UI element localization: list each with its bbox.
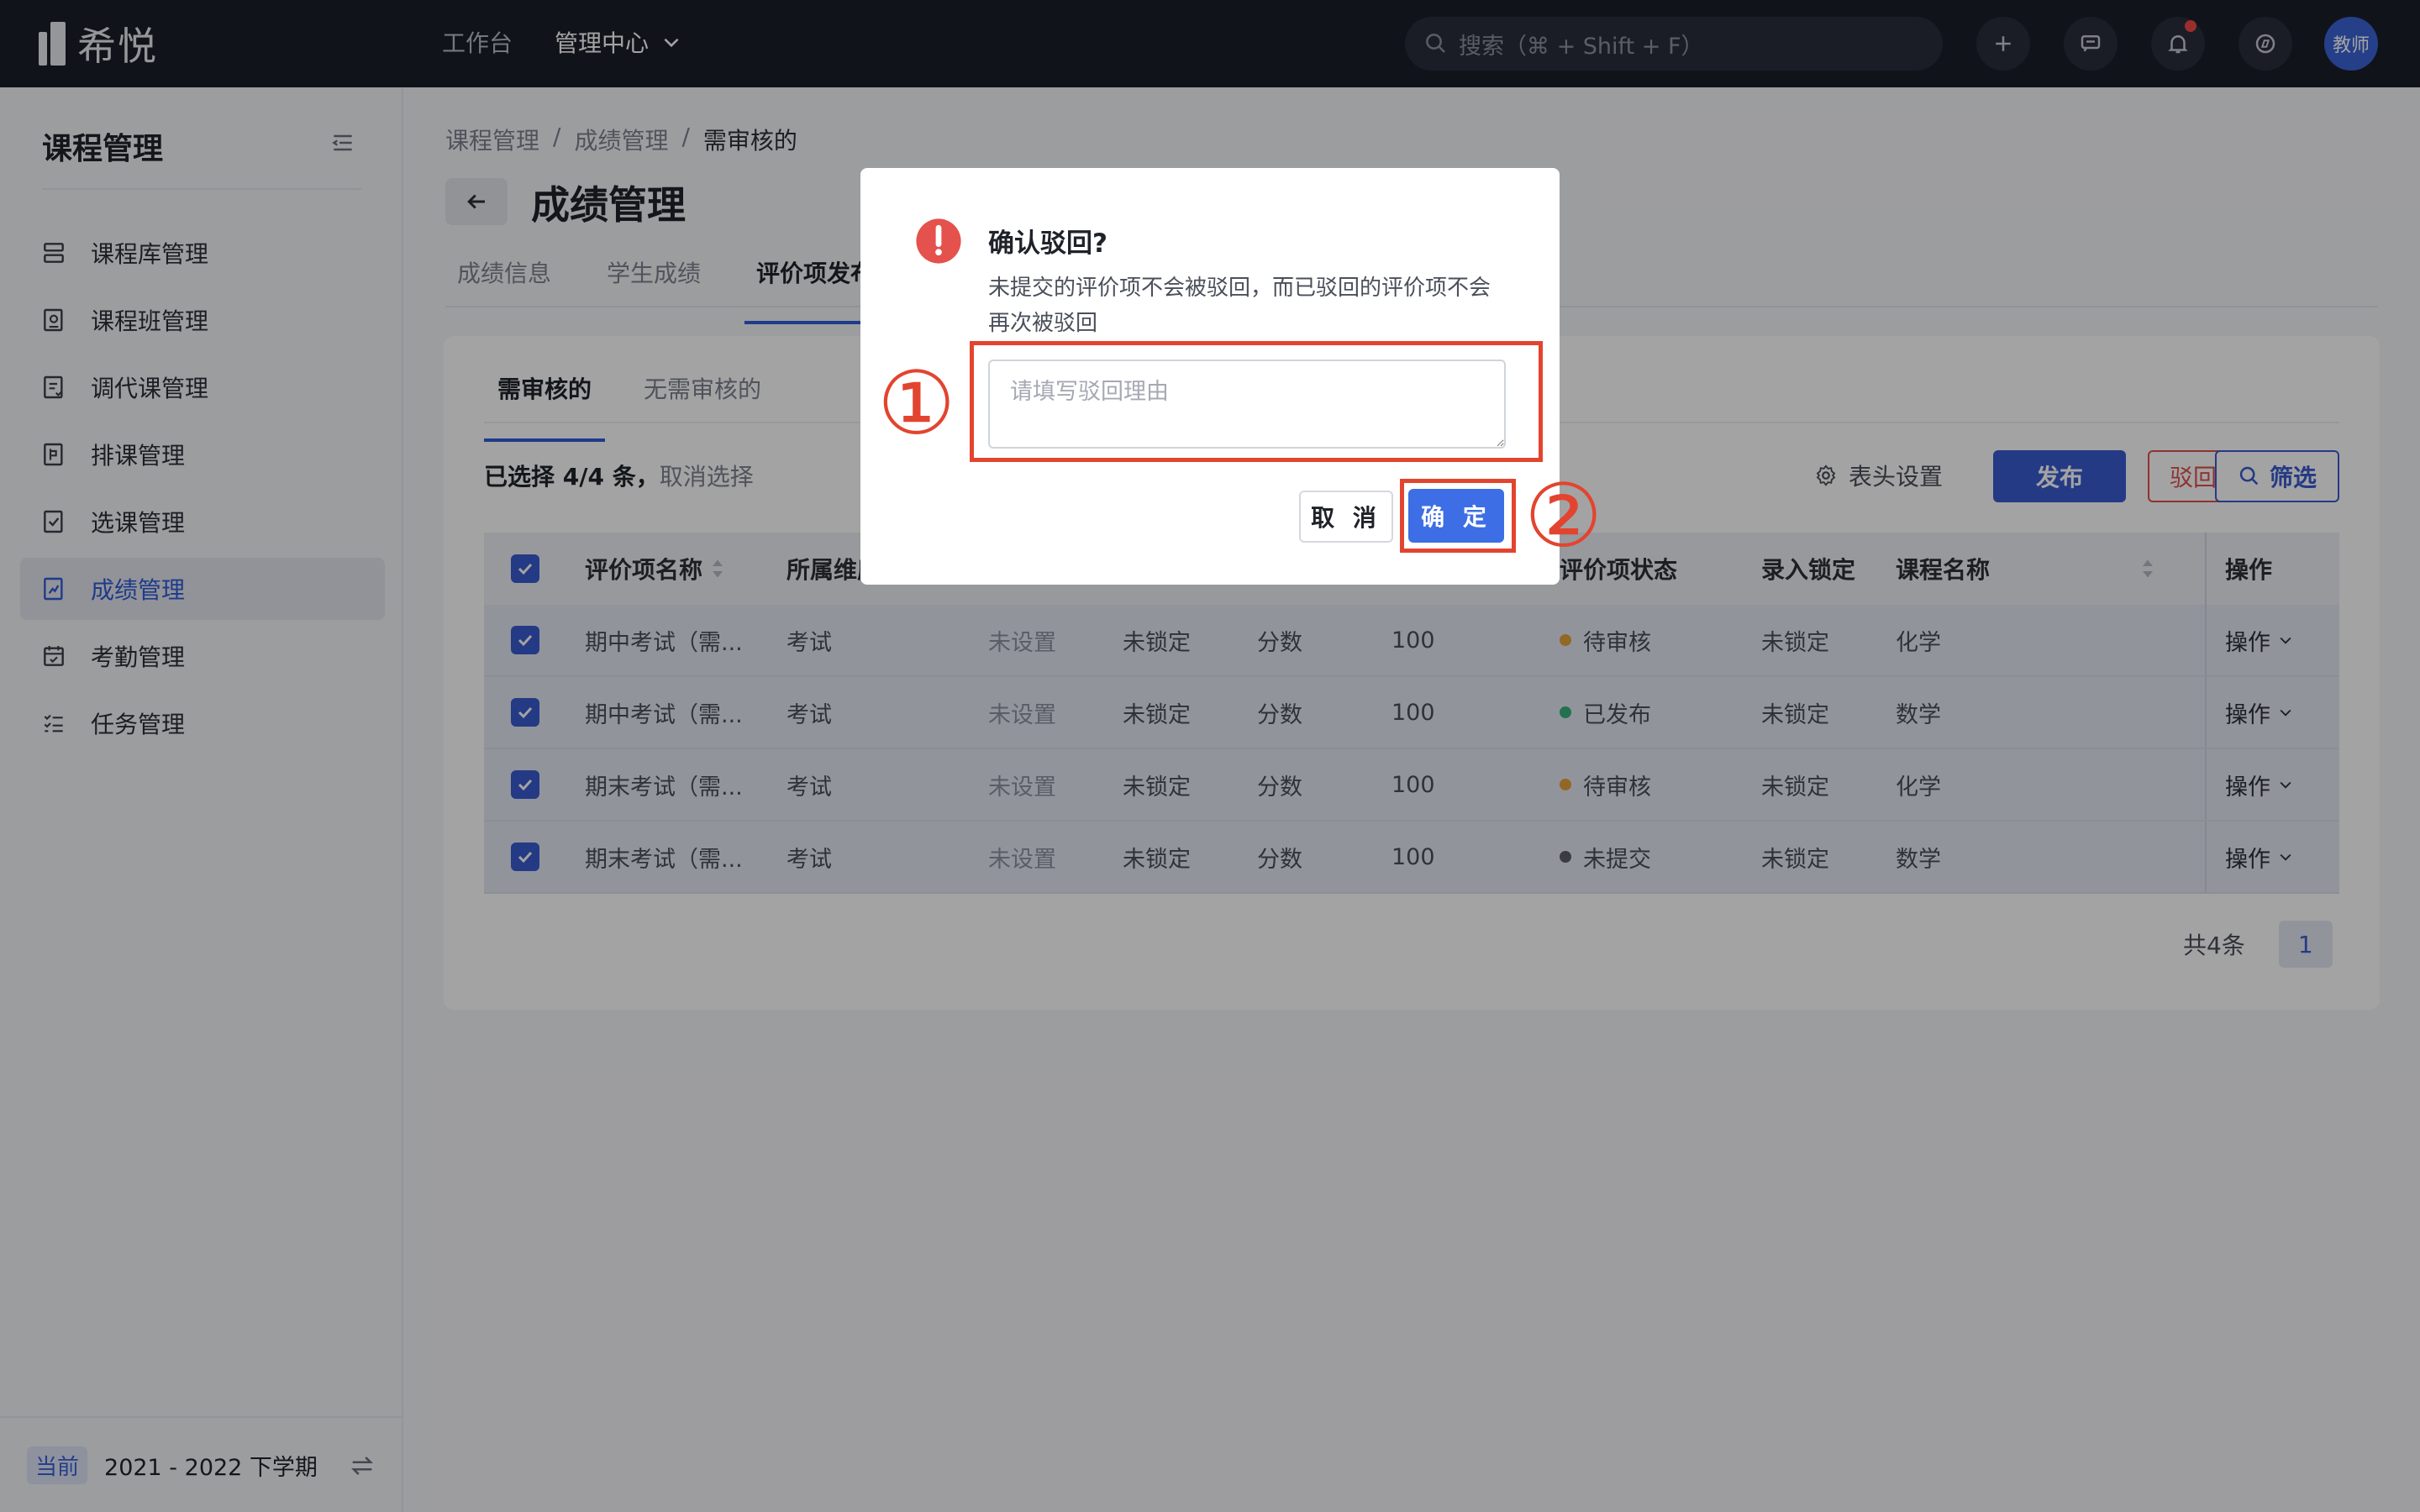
warning-icon bbox=[916, 218, 961, 264]
cancel-button[interactable]: 取 消 bbox=[1299, 491, 1393, 543]
annotation-step-2: ② bbox=[1524, 465, 1603, 567]
confirm-reject-dialog: 确认驳回? 未提交的评价项不会被驳回，而已驳回的评价项不会再次被驳回 取 消 确… bbox=[860, 168, 1560, 585]
annotation-step-1: ① bbox=[877, 352, 956, 454]
dialog-description: 未提交的评价项不会被驳回，而已驳回的评价项不会再次被驳回 bbox=[988, 276, 1491, 336]
dialog-title: 确认驳回? bbox=[988, 228, 1107, 259]
confirm-button[interactable]: 确 定 bbox=[1408, 489, 1504, 543]
reject-reason-input[interactable] bbox=[988, 360, 1506, 449]
